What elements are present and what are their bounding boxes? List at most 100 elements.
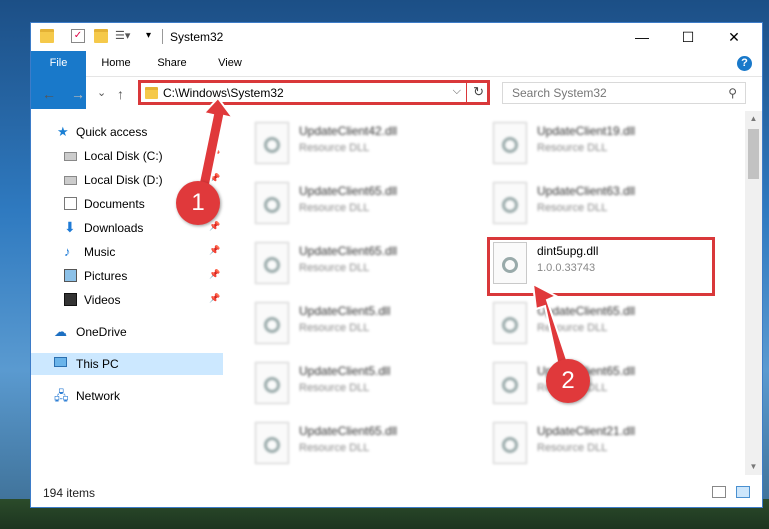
folder-icon	[145, 87, 158, 99]
sidebar-item-videos[interactable]: Videos 📌	[31, 289, 223, 311]
address-bar[interactable]: C:\Windows\System32 ⌵ ↻	[138, 80, 490, 105]
sidebar-item-label: Documents	[84, 197, 145, 211]
file-description: Resource DLL	[537, 442, 608, 454]
forward-button[interactable]: →	[71, 86, 85, 102]
sidebar-item-label: Local Disk (D:)	[84, 173, 163, 187]
list-item[interactable]: UpdateClient65.dll Resource DLL	[463, 295, 693, 353]
dll-file-icon	[493, 362, 527, 404]
sidebar-item-label: This PC	[76, 357, 119, 371]
file-name: UpdateClient5.dll	[299, 304, 391, 318]
download-icon: ⬇	[64, 219, 76, 235]
address-path[interactable]: C:\Windows\System32	[163, 86, 284, 100]
file-name: UpdateClient65.dll	[299, 184, 398, 198]
dll-file-icon	[493, 422, 527, 464]
vertical-scrollbar[interactable]: ▲ ▼	[745, 111, 762, 475]
star-icon: ★	[57, 124, 69, 139]
list-item[interactable]: UpdateClient65.dll Resource DLL	[225, 175, 455, 233]
ribbon-tabs: File Home Share View ?	[31, 51, 762, 109]
dll-file-icon	[493, 182, 527, 224]
pictures-icon	[64, 269, 77, 282]
list-item[interactable]: UpdateClient65.dll Resource DLL	[225, 235, 455, 293]
details-view-icon[interactable]	[712, 486, 726, 498]
tab-view[interactable]: View	[207, 51, 253, 76]
network-icon: 🖧	[54, 388, 69, 403]
list-item[interactable]: UpdateClient19.dll Resource DLL	[463, 115, 693, 173]
scroll-thumb[interactable]	[748, 129, 759, 179]
list-item[interactable]: UpdateClient63.dll Resource DLL	[463, 175, 693, 233]
refresh-icon[interactable]: ↻	[473, 84, 484, 100]
dll-file-icon	[493, 302, 527, 344]
scroll-down-icon[interactable]: ▼	[745, 459, 762, 475]
dll-file-icon	[255, 362, 289, 404]
file-name: UpdateClient21.dll	[537, 424, 636, 438]
sidebar-item-label: Downloads	[84, 221, 144, 235]
file-description: Resource DLL	[299, 262, 370, 274]
help-icon[interactable]: ?	[737, 56, 752, 71]
sidebar-item-music[interactable]: ♪ Music 📌	[31, 241, 223, 263]
file-description: Resource DLL	[537, 322, 608, 334]
search-placeholder: Search System32	[512, 86, 607, 100]
sidebar-item-quick-access[interactable]: ★ Quick access	[31, 121, 223, 143]
close-button[interactable]: ✕	[711, 23, 757, 51]
music-icon: ♪	[64, 244, 71, 259]
step-marker-1: 1	[176, 181, 220, 225]
file-name: UpdateClient65.dll	[537, 304, 636, 318]
sidebar-item-label: Quick access	[76, 125, 148, 139]
videos-icon	[64, 293, 77, 306]
address-dropdown-icon[interactable]: ⌵	[453, 85, 461, 98]
file-name: UpdateClient5.dll	[299, 364, 391, 378]
sidebar-item-pictures[interactable]: Pictures 📌	[31, 265, 223, 287]
sidebar-item-label: Pictures	[84, 269, 128, 283]
back-button[interactable]: ←	[42, 86, 56, 102]
pin-icon: 📌	[209, 221, 221, 231]
search-icon[interactable]: ⚲	[728, 86, 737, 100]
dll-file-icon	[255, 122, 289, 164]
sidebar-item-label: OneDrive	[76, 325, 127, 339]
sidebar-item-onedrive[interactable]: ☁ OneDrive	[31, 321, 223, 343]
search-input[interactable]: Search System32 ⚲	[502, 82, 746, 104]
file-name: UpdateClient65.dll	[299, 424, 398, 438]
navigation-bar: ← → ⌄ ↑ C:\Windows\System32 ⌵ ↻ Search S…	[31, 77, 762, 111]
sidebar-item-local-disk-c[interactable]: Local Disk (C:) 📌	[31, 145, 223, 167]
recent-locations-button[interactable]: ⌄	[97, 86, 106, 99]
list-item[interactable]: UpdateClient5.dll Resource DLL	[225, 355, 455, 413]
quick-access-dropdown-icon[interactable]: ▾	[146, 29, 160, 43]
sidebar-item-network[interactable]: 🖧 Network	[31, 385, 223, 407]
list-item[interactable]: UpdateClient65.dll Resource DLL	[225, 415, 455, 473]
file-description: Resource DLL	[537, 142, 608, 154]
drive-icon	[64, 152, 77, 161]
list-item[interactable]: UpdateClient5.dll Resource DLL	[225, 295, 455, 353]
drive-icon	[64, 176, 77, 185]
file-name: UpdateClient19.dll	[537, 124, 636, 138]
scroll-up-icon[interactable]: ▲	[745, 111, 762, 127]
navigation-pane: ★ Quick access Local Disk (C:) 📌 Local D…	[31, 115, 223, 473]
title-divider	[162, 29, 163, 44]
new-folder-icon[interactable]	[94, 29, 108, 43]
file-name: UpdateClient65.dll	[299, 244, 398, 258]
up-button[interactable]: ↑	[117, 86, 124, 102]
computer-icon	[54, 357, 67, 367]
file-description: Resource DLL	[299, 442, 370, 454]
dll-file-icon	[255, 182, 289, 224]
dll-file-icon	[493, 122, 527, 164]
list-item[interactable]: UpdateClient21.dll Resource DLL	[463, 415, 693, 473]
item-count: 194 items	[43, 486, 96, 500]
window-title: System32	[170, 30, 224, 44]
minimize-button[interactable]: —	[619, 23, 665, 51]
document-icon	[64, 197, 77, 210]
pin-icon: 📌	[209, 293, 221, 303]
customize-toolbar-icon[interactable]: ☰▾	[115, 29, 130, 43]
maximize-button[interactable]: ☐	[665, 23, 711, 51]
tab-home[interactable]: Home	[93, 51, 139, 76]
tiles-view-icon[interactable]	[736, 486, 750, 498]
list-item[interactable]: UpdateClient42.dll Resource DLL	[225, 115, 455, 173]
pin-icon: 📌	[209, 245, 221, 255]
sidebar-item-this-pc[interactable]: This PC	[31, 353, 223, 375]
properties-icon[interactable]: ✓	[71, 29, 85, 43]
address-divider	[466, 83, 467, 102]
sidebar-item-label: Music	[84, 245, 116, 259]
sidebar-item-label: Network	[76, 389, 121, 403]
tab-share[interactable]: Share	[149, 51, 195, 76]
title-bar: ✓ ☰▾ ▾ System32 — ☐ ✕	[31, 23, 762, 51]
highlight-box-file	[487, 237, 715, 296]
